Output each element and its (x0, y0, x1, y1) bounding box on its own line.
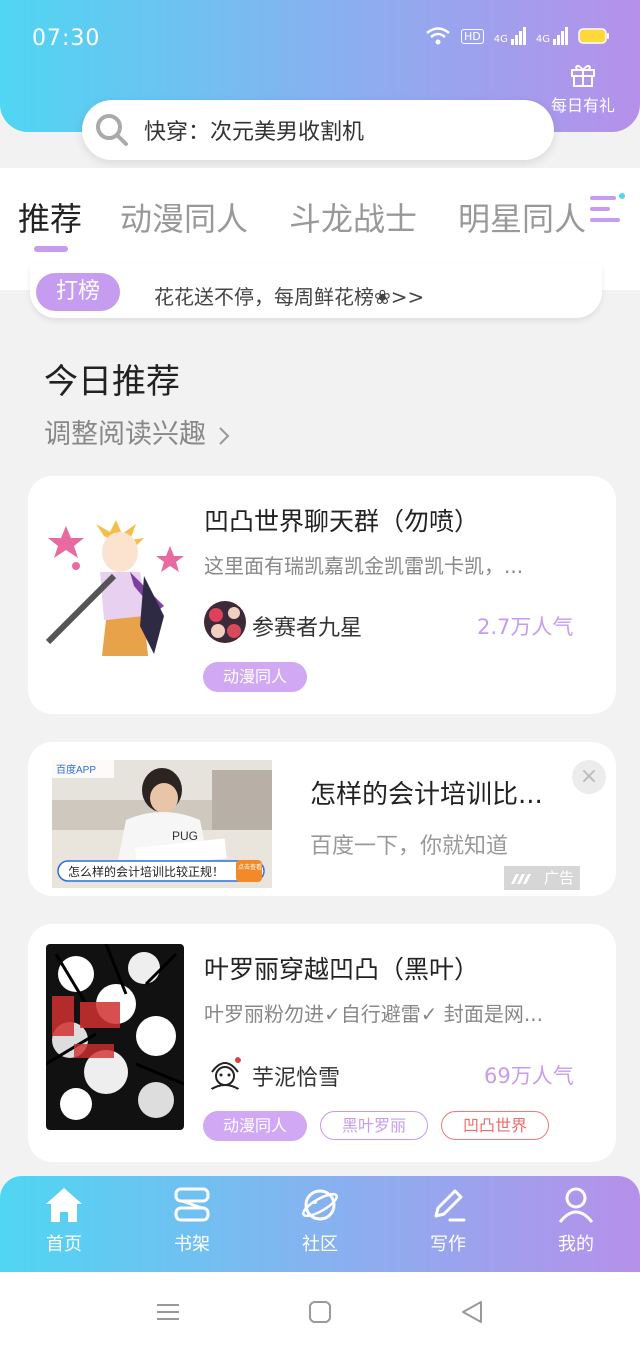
shirt-text: PUG (172, 829, 198, 843)
tag-black-ye-luoli[interactable]: 黑叶罗丽 (320, 1111, 428, 1140)
book-title[interactable]: 凹凸世界聊天群（勿喷） (204, 502, 479, 538)
nav-write-label: 写作 (430, 1234, 466, 1255)
ad-label-text: 广告 (543, 869, 574, 887)
menu-lines-icon (590, 193, 625, 222)
chevron-right-icon (218, 426, 230, 445)
nav-home[interactable]: 首页 (19, 1186, 109, 1256)
back-icon[interactable] (461, 1300, 483, 1324)
adjust-interest-link[interactable]: 调整阅读兴趣 (44, 412, 233, 451)
book-cover[interactable] (46, 944, 184, 1130)
ranking-banner-text[interactable]: 花花送不停，每周鲜花榜❀>> (154, 281, 424, 310)
section-title: 今日推荐 (44, 362, 180, 402)
adjust-interest-label: 调整阅读兴趣 (44, 419, 206, 450)
home-button-icon[interactable] (309, 1301, 331, 1323)
tab-celebrity-fanfic[interactable]: 明星同人 (458, 194, 586, 240)
gift-icon (571, 64, 595, 87)
signal-icon: 4G (494, 27, 526, 45)
battery-icon (578, 28, 609, 44)
category-menu-button[interactable] (586, 192, 640, 232)
ad-photo: PUG 百度APP 怎么样的会计培训比较正规！ 点击查看 (52, 760, 272, 888)
network-type-label: 4G (493, 34, 508, 45)
book-cover[interactable] (44, 516, 186, 658)
nav-mine[interactable]: 我的 (531, 1186, 621, 1256)
tab-dragon-warriors[interactable]: 斗龙战士 (289, 194, 417, 240)
nav-home-label: 首页 (46, 1234, 82, 1255)
author-name[interactable]: 参赛者九星 (252, 610, 362, 642)
network-type-label: 4G (535, 34, 550, 45)
user-icon (558, 1187, 594, 1223)
ad-image-caption: 怎么样的会计培训比较正规！ (68, 864, 224, 879)
pen-icon (434, 1189, 466, 1222)
nav-bookshelf[interactable]: 书架 (147, 1186, 237, 1256)
gift-label: 每日有礼 (550, 96, 615, 115)
tab-anime-fanfic[interactable]: 动漫同人 (120, 194, 248, 240)
author-avatar[interactable] (204, 601, 246, 643)
search-input[interactable]: 快穿：次元美男收割机 (82, 100, 554, 160)
hd-badge: HD (461, 28, 484, 44)
nav-write[interactable]: 写作 (403, 1186, 493, 1256)
ad-image-badge: 点击查看 (238, 863, 262, 871)
book-description: 这里面有瑞凯嘉凯金凯雷凯卡凯，... (204, 554, 524, 578)
wifi-icon (426, 27, 450, 45)
author-name[interactable]: 芋泥恰雪 (252, 1060, 340, 1092)
status-time: 07:30 (32, 26, 101, 51)
avatar-image (204, 1052, 246, 1094)
popularity-count: 2.7万人气 (477, 615, 574, 639)
ad-image[interactable]: PUG 百度APP 怎么样的会计培训比较正规！ 点击查看 (52, 760, 272, 888)
nav-bookshelf-label: 书架 (174, 1234, 210, 1255)
search-icon (96, 114, 128, 146)
tab-recommend[interactable]: 推荐 (18, 194, 82, 240)
ad-label: 广告 (504, 866, 580, 890)
ad-brand-text: 百度APP (56, 763, 96, 776)
status-icons: HD 4G 4G (425, 26, 610, 46)
anime-character-image (45, 520, 184, 656)
daily-gift-button[interactable]: 每日有礼 (540, 60, 626, 116)
book-description: 叶罗丽粉勿进✓自行避雷✓ 封面是网... (204, 1002, 543, 1026)
manga-cover-image (46, 944, 184, 1130)
book-title[interactable]: 叶罗丽穿越凹凸（黑叶） (204, 950, 479, 986)
signal-icon-2: 4G (536, 27, 568, 45)
tab-active-indicator (34, 246, 68, 252)
ranking-badge: 打榜 (36, 273, 120, 311)
nav-mine-label: 我的 (558, 1234, 594, 1255)
avatar-image (204, 601, 246, 643)
system-navigation-bar (0, 1272, 640, 1351)
ad-close-button[interactable]: × (572, 760, 606, 794)
planet-icon (302, 1189, 338, 1221)
recent-apps-icon[interactable] (156, 1302, 180, 1322)
search-placeholder: 快穿：次元美男收割机 (144, 120, 365, 145)
tag-anime-fanfic[interactable]: 动漫同人 (203, 662, 307, 692)
nav-community[interactable]: 社区 (275, 1186, 365, 1256)
ad-logo-icon (511, 874, 531, 884)
tag-anime-fanfic[interactable]: 动漫同人 (203, 1111, 307, 1141)
popularity-count: 69万人气 (484, 1064, 574, 1088)
author-avatar[interactable] (204, 1052, 246, 1094)
bookshelf-icon (174, 1187, 210, 1222)
ad-title[interactable]: 怎样的会计培训比... (310, 774, 543, 811)
tag-aotu-world[interactable]: 凹凸世界 (441, 1111, 549, 1140)
ad-description: 百度一下，你就知道 (310, 834, 509, 859)
home-icon (46, 1188, 82, 1222)
nav-community-label: 社区 (302, 1234, 338, 1255)
